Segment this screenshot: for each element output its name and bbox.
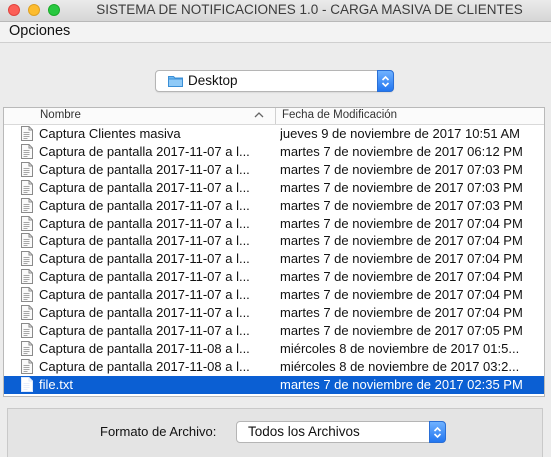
file-modified-date: jueves 9 de noviembre de 2017 10:51 AM bbox=[280, 126, 520, 141]
file-modified-date: martes 7 de noviembre de 2017 02:35 PM bbox=[280, 376, 523, 392]
column-name-header[interactable]: Nombre bbox=[40, 109, 81, 121]
file-row[interactable]: Captura de pantalla 2017-11-07 a l... mar… bbox=[4, 197, 544, 215]
file-list[interactable]: Nombre Fecha de Modificación Captura Cli… bbox=[3, 107, 545, 397]
folder-name: Desktop bbox=[188, 73, 238, 88]
column-header: Nombre Fecha de Modificación bbox=[4, 108, 544, 125]
file-name: Captura de pantalla 2017-11-07 a l... bbox=[39, 161, 250, 177]
column-divider[interactable] bbox=[275, 108, 276, 124]
document-icon bbox=[21, 305, 33, 323]
file-modified-date: martes 7 de noviembre de 2017 07:03 PM bbox=[280, 197, 523, 213]
file-modified-date: miércoles 8 de noviembre de 2017 03:2... bbox=[280, 358, 520, 374]
file-modified-date: martes 7 de noviembre de 2017 07:03 PM bbox=[280, 179, 523, 195]
document-icon bbox=[21, 376, 33, 395]
file-modified-date: martes 7 de noviembre de 2017 06:12 PM bbox=[280, 143, 523, 159]
file-modified-date: miércoles 8 de noviembre de 2017 01:5... bbox=[280, 340, 520, 356]
document-icon bbox=[21, 251, 33, 269]
file-name: Captura de pantalla 2017-11-07 a l... bbox=[39, 179, 250, 195]
chevron-updown-icon[interactable] bbox=[429, 421, 446, 443]
window-title: SISTEMA DE NOTIFICACIONES 1.0 - CARGA MA… bbox=[96, 2, 523, 17]
file-name: Captura de pantalla 2017-11-07 a l... bbox=[39, 251, 250, 267]
file-name: Captura de pantalla 2017-11-07 a l... bbox=[39, 197, 250, 213]
file-name: Captura de pantalla 2017-11-07 a l... bbox=[39, 322, 250, 338]
file-row[interactable]: Captura de pantalla 2017-11-07 a l... mar… bbox=[4, 250, 544, 268]
file-row[interactable]: Captura de pantalla 2017-11-07 a l... mar… bbox=[4, 304, 544, 322]
document-icon bbox=[21, 269, 33, 287]
file-row[interactable]: Captura de pantalla 2017-11-07 a l... mar… bbox=[4, 179, 544, 197]
chevron-updown-icon[interactable] bbox=[377, 70, 394, 92]
file-modified-date: martes 7 de noviembre de 2017 07:04 PM bbox=[280, 287, 523, 303]
file-modified-date: martes 7 de noviembre de 2017 07:04 PM bbox=[280, 305, 523, 320]
folder-icon bbox=[168, 75, 183, 90]
document-icon bbox=[21, 322, 33, 341]
document-icon bbox=[21, 197, 33, 216]
document-icon bbox=[21, 215, 33, 234]
file-name: Captura de pantalla 2017-11-07 a l... bbox=[39, 215, 250, 231]
file-row[interactable]: Captura de pantalla 2017-11-08 a l... mié… bbox=[4, 358, 544, 376]
close-window-button[interactable] bbox=[8, 4, 20, 16]
document-icon bbox=[21, 126, 33, 144]
format-panel: Formato de Archivo: Todos los Archivos bbox=[7, 408, 543, 457]
minimize-window-button[interactable] bbox=[28, 4, 40, 16]
file-name: file.txt bbox=[39, 376, 73, 392]
file-name: Captura de pantalla 2017-11-08 a l... bbox=[39, 358, 250, 374]
file-row[interactable]: Captura de pantalla 2017-11-07 a l... mar… bbox=[4, 232, 544, 250]
file-row[interactable]: Captura de pantalla 2017-11-07 a l... mar… bbox=[4, 322, 544, 340]
document-icon bbox=[21, 179, 33, 198]
file-name: Captura de pantalla 2017-11-07 a l... bbox=[39, 143, 250, 159]
file-row[interactable]: Captura de pantalla 2017-11-07 a l... mar… bbox=[4, 215, 544, 233]
file-row[interactable]: Captura de pantalla 2017-11-07 a l... mar… bbox=[4, 268, 544, 286]
file-row[interactable]: Captura de pantalla 2017-11-08 a l... mié… bbox=[4, 340, 544, 358]
title-bar: SISTEMA DE NOTIFICACIONES 1.0 - CARGA MA… bbox=[0, 0, 551, 22]
column-modified-header[interactable]: Fecha de Modificación bbox=[282, 109, 397, 121]
format-select[interactable]: Todos los Archivos bbox=[236, 421, 446, 443]
file-name: Captura de pantalla 2017-11-07 a l... bbox=[39, 287, 250, 303]
format-label: Formato de Archivo: bbox=[100, 424, 217, 439]
file-row[interactable]: Captura Clientes masiva jueves 9 de novie… bbox=[4, 125, 544, 143]
document-icon bbox=[21, 358, 33, 377]
chevron-up-icon[interactable] bbox=[254, 110, 264, 122]
file-row[interactable]: Captura de pantalla 2017-11-07 a l... mar… bbox=[4, 161, 544, 179]
file-name: Captura de pantalla 2017-11-07 a l... bbox=[39, 233, 250, 249]
document-icon bbox=[21, 143, 33, 162]
file-modified-date: martes 7 de noviembre de 2017 07:04 PM bbox=[280, 269, 523, 285]
file-modified-date: martes 7 de noviembre de 2017 07:04 PM bbox=[280, 233, 523, 249]
file-name: Captura Clientes masiva bbox=[39, 126, 181, 141]
file-name: Captura de pantalla 2017-11-07 a l... bbox=[39, 269, 250, 285]
maximize-window-button[interactable] bbox=[48, 4, 60, 16]
file-name: Captura de pantalla 2017-11-08 a l... bbox=[39, 340, 250, 356]
file-row[interactable]: Captura de pantalla 2017-11-07 a l... mar… bbox=[4, 286, 544, 304]
document-icon bbox=[21, 161, 33, 180]
file-modified-date: martes 7 de noviembre de 2017 07:04 PM bbox=[280, 215, 523, 231]
menu-bar: Opciones bbox=[0, 22, 551, 43]
file-name: Captura de pantalla 2017-11-07 a l... bbox=[39, 305, 250, 320]
file-row[interactable]: Captura de pantalla 2017-11-07 a l... mar… bbox=[4, 143, 544, 161]
menu-opciones[interactable]: Opciones bbox=[9, 23, 70, 39]
folder-selector[interactable]: Desktop bbox=[155, 70, 394, 92]
file-row[interactable]: file.txt martes 7 de noviembre de 2017 02… bbox=[4, 375, 544, 395]
document-icon bbox=[21, 340, 33, 359]
format-value: Todos los Archivos bbox=[248, 424, 360, 439]
file-modified-date: martes 7 de noviembre de 2017 07:04 PM bbox=[280, 251, 523, 267]
document-icon bbox=[21, 233, 33, 251]
file-modified-date: martes 7 de noviembre de 2017 07:05 PM bbox=[280, 322, 523, 338]
document-icon bbox=[21, 287, 33, 305]
file-modified-date: martes 7 de noviembre de 2017 07:03 PM bbox=[280, 161, 523, 177]
